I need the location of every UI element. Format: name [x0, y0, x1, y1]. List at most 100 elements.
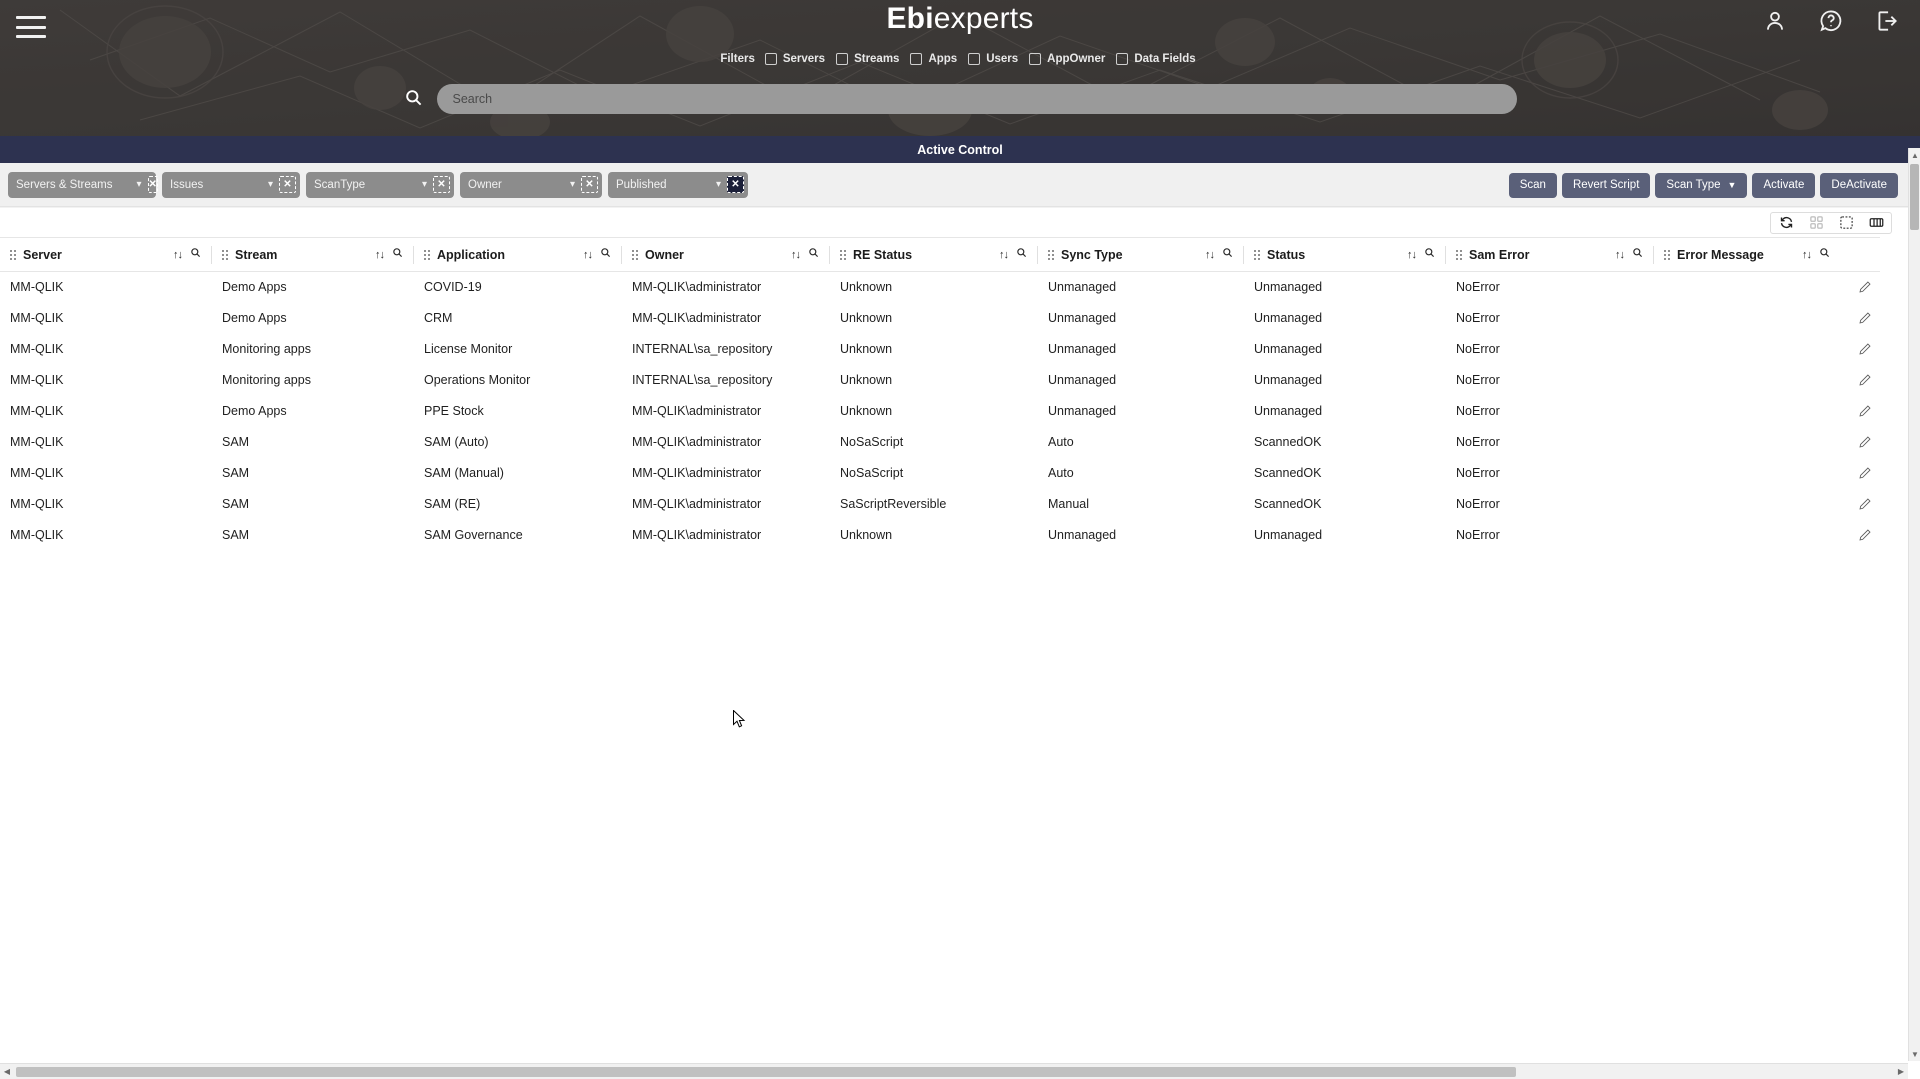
- table-row[interactable]: MM-QLIK Monitoring apps License Monitor …: [0, 333, 1880, 365]
- edit-pencil-icon[interactable]: [1850, 280, 1880, 294]
- sort-icon[interactable]: ↑↓: [583, 246, 593, 264]
- filter-servers[interactable]: Servers: [764, 53, 825, 65]
- drag-handle-icon[interactable]: [632, 249, 638, 260]
- filter-users-checkbox[interactable]: [968, 53, 981, 65]
- filter-apps[interactable]: Apps: [910, 53, 957, 65]
- table-row[interactable]: MM-QLIK SAM SAM Governance MM-QLIK\admin…: [0, 519, 1880, 551]
- edit-pencil-icon[interactable]: [1850, 497, 1880, 511]
- column-search-icon[interactable]: [808, 246, 819, 264]
- drag-handle-icon[interactable]: [1048, 249, 1054, 260]
- dropdown-published[interactable]: Published ▾ ✕: [608, 171, 748, 198]
- vertical-scrollbar[interactable]: ▲ ▼: [1908, 148, 1920, 1061]
- column-header-stream[interactable]: Stream ↑↓: [212, 237, 414, 272]
- sort-icon[interactable]: ↑↓: [999, 246, 1009, 264]
- drag-handle-icon[interactable]: [1664, 249, 1670, 260]
- clear-selection-icon[interactable]: ✕: [433, 176, 450, 193]
- deactivate-button[interactable]: DeActivate: [1820, 172, 1898, 198]
- sort-icon[interactable]: ↑↓: [791, 246, 801, 264]
- scan-type-dropdown-button[interactable]: Scan Type ▼: [1655, 172, 1748, 198]
- clear-selection-icon[interactable]: ✕: [279, 176, 296, 193]
- dropdown-owner[interactable]: Owner ▾ ✕: [460, 171, 602, 198]
- dropdown-servers-streams[interactable]: Servers & Streams ▾ ✕: [8, 171, 158, 198]
- edit-pencil-icon[interactable]: [1850, 435, 1880, 449]
- user-icon[interactable]: [1762, 8, 1788, 34]
- chevron-down-icon[interactable]: ▾: [268, 179, 273, 190]
- table-row[interactable]: MM-QLIK Demo Apps COVID-19 MM-QLIK\admin…: [0, 271, 1880, 303]
- scan-button[interactable]: Scan: [1508, 172, 1557, 198]
- filter-users[interactable]: Users: [968, 53, 1018, 65]
- filter-streams-checkbox[interactable]: [836, 53, 849, 65]
- drag-handle-icon[interactable]: [424, 249, 430, 260]
- dropdown-scantype[interactable]: ScanType ▾ ✕: [306, 171, 454, 198]
- drag-handle-icon[interactable]: [1456, 249, 1462, 260]
- activate-button[interactable]: Activate: [1752, 172, 1816, 198]
- column-header-re-status[interactable]: RE Status ↑↓: [830, 237, 1038, 272]
- clear-selection-icon[interactable]: ✕: [147, 176, 158, 193]
- refresh-icon[interactable]: [1771, 213, 1801, 233]
- sort-icon[interactable]: ↑↓: [173, 246, 183, 264]
- drag-handle-icon[interactable]: [840, 249, 846, 260]
- column-search-icon[interactable]: [190, 246, 201, 264]
- column-header-error-message[interactable]: Error Message ↑↓: [1654, 237, 1840, 272]
- filter-streams[interactable]: Streams: [836, 53, 899, 65]
- edit-pencil-icon[interactable]: [1850, 342, 1880, 356]
- filter-servers-checkbox[interactable]: [764, 53, 777, 65]
- table-row[interactable]: MM-QLIK Demo Apps PPE Stock MM-QLIK\admi…: [0, 395, 1880, 427]
- clear-selection-icon[interactable]: ✕: [727, 176, 744, 193]
- filter-apps-checkbox[interactable]: [910, 53, 923, 65]
- drag-handle-icon[interactable]: [10, 249, 16, 260]
- sort-icon[interactable]: ↑↓: [1802, 246, 1812, 264]
- column-header-sync-type[interactable]: Sync Type ↑↓: [1038, 237, 1244, 272]
- logout-icon[interactable]: [1874, 8, 1900, 34]
- table-row[interactable]: MM-QLIK Monitoring apps Operations Monit…: [0, 364, 1880, 396]
- column-search-icon[interactable]: [1222, 246, 1233, 264]
- column-search-icon[interactable]: [600, 246, 611, 264]
- column-header-status[interactable]: Status ↑↓: [1244, 237, 1446, 272]
- search-icon[interactable]: [404, 88, 423, 111]
- filter-appowner[interactable]: AppOwner: [1029, 53, 1105, 65]
- sort-icon[interactable]: ↑↓: [375, 246, 385, 264]
- scroll-left-arrow-icon[interactable]: ◀: [0, 1064, 14, 1079]
- table-row[interactable]: MM-QLIK SAM SAM (Manual) MM-QLIK\adminis…: [0, 457, 1880, 489]
- column-header-owner[interactable]: Owner ↑↓: [622, 237, 830, 272]
- chevron-down-icon[interactable]: ▾: [570, 179, 575, 190]
- filter-appowner-checkbox[interactable]: [1029, 53, 1042, 65]
- column-header-application[interactable]: Application ↑↓: [414, 237, 622, 272]
- dropdown-issues[interactable]: Issues ▾ ✕: [162, 171, 300, 198]
- table-row[interactable]: MM-QLIK SAM SAM (Auto) MM-QLIK\administr…: [0, 426, 1880, 458]
- clear-selection-icon[interactable]: ✕: [581, 176, 598, 193]
- table-row[interactable]: MM-QLIK SAM SAM (RE) MM-QLIK\administrat…: [0, 488, 1880, 520]
- horizontal-scrollbar-thumb[interactable]: [16, 1067, 1516, 1077]
- column-search-icon[interactable]: [1016, 246, 1027, 264]
- chevron-down-icon[interactable]: ▾: [422, 179, 427, 190]
- horizontal-scrollbar[interactable]: ◀ ▶: [0, 1063, 1908, 1079]
- edit-pencil-icon[interactable]: [1850, 528, 1880, 542]
- chevron-down-icon[interactable]: ▾: [716, 179, 721, 190]
- scroll-right-arrow-icon[interactable]: ▶: [1894, 1064, 1908, 1079]
- revert-script-button[interactable]: Revert Script: [1561, 172, 1651, 198]
- filter-data-fields-checkbox[interactable]: [1116, 53, 1129, 65]
- edit-pencil-icon[interactable]: [1850, 404, 1880, 418]
- scroll-down-arrow-icon[interactable]: ▼: [1909, 1047, 1920, 1061]
- edit-pencil-icon[interactable]: [1850, 373, 1880, 387]
- column-search-icon[interactable]: [1819, 246, 1830, 264]
- drag-handle-icon[interactable]: [222, 249, 228, 260]
- column-search-icon[interactable]: [392, 246, 403, 264]
- search-input[interactable]: [436, 84, 1517, 114]
- edit-pencil-icon[interactable]: [1850, 311, 1880, 325]
- scroll-up-arrow-icon[interactable]: ▲: [1909, 148, 1920, 162]
- drag-handle-icon[interactable]: [1254, 249, 1260, 260]
- help-icon[interactable]: [1818, 8, 1844, 34]
- column-header-sam-error[interactable]: Sam Error ↑↓: [1446, 237, 1654, 272]
- sort-icon[interactable]: ↑↓: [1615, 246, 1625, 264]
- grid-layout-icon[interactable]: [1801, 213, 1831, 233]
- column-search-icon[interactable]: [1424, 246, 1435, 264]
- filter-data-fields[interactable]: Data Fields: [1116, 53, 1196, 65]
- chevron-down-icon[interactable]: ▾: [137, 179, 142, 190]
- edit-pencil-icon[interactable]: [1850, 466, 1880, 480]
- column-search-icon[interactable]: [1632, 246, 1643, 264]
- columns-icon[interactable]: [1861, 213, 1891, 233]
- column-header-server[interactable]: Server ↑↓: [0, 237, 212, 272]
- sort-icon[interactable]: ↑↓: [1407, 246, 1417, 264]
- table-row[interactable]: MM-QLIK Demo Apps CRM MM-QLIK\administra…: [0, 302, 1880, 334]
